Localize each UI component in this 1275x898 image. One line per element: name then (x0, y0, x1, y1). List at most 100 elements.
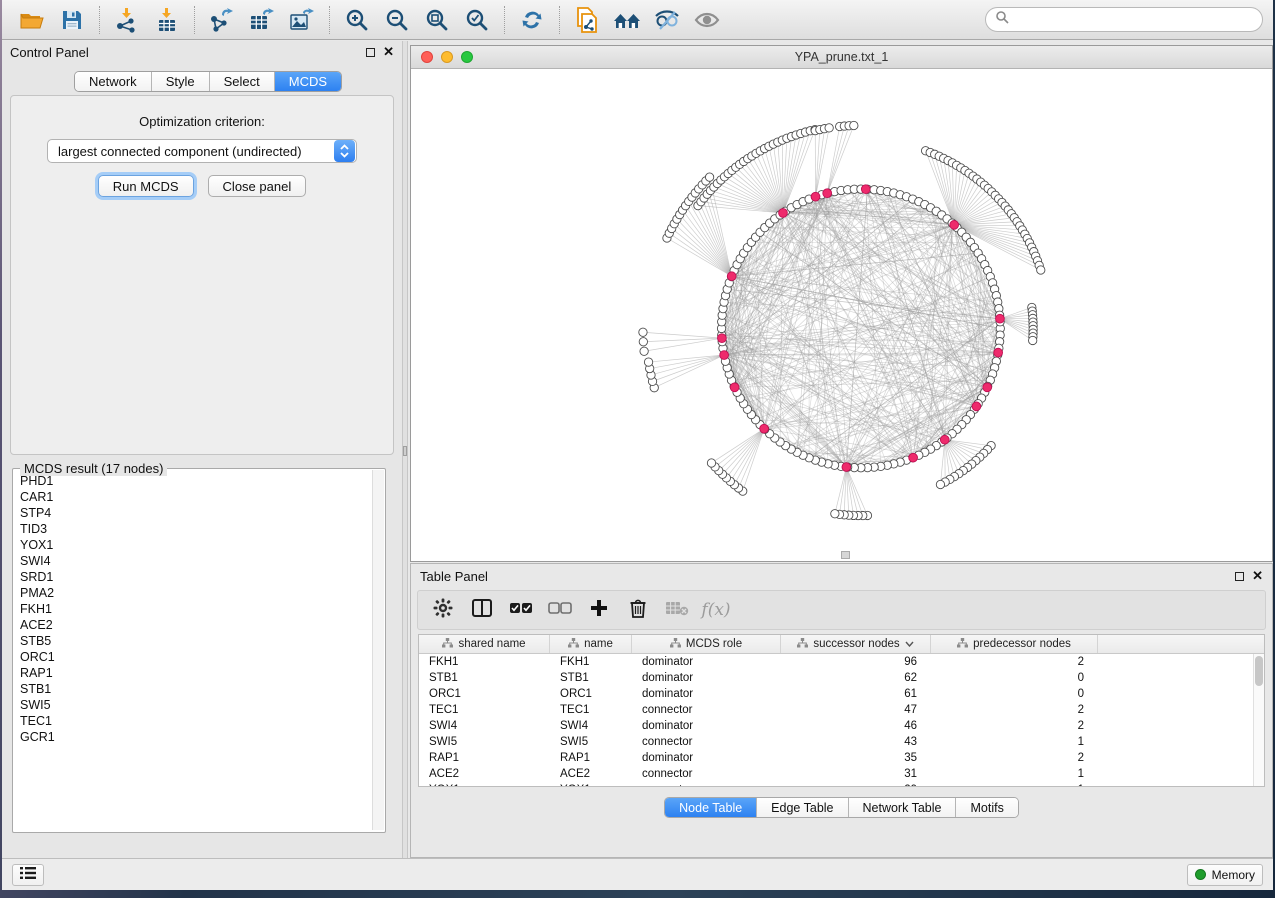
table-cell[interactable]: dominator (632, 750, 781, 766)
table-cell[interactable]: 96 (781, 654, 931, 670)
show-column-panel-button[interactable] (467, 595, 497, 625)
table-cell[interactable]: YOX1 (550, 782, 632, 787)
home-button[interactable] (607, 3, 647, 37)
mcds-result-item[interactable]: PMA2 (15, 585, 371, 601)
open-file-button[interactable] (12, 3, 52, 37)
table-cell[interactable]: 2 (931, 702, 1098, 718)
table-cell[interactable]: 0 (931, 686, 1098, 702)
show-network-button[interactable] (687, 3, 727, 37)
mcds-result-item[interactable]: STB5 (15, 633, 371, 649)
tab-edge-table[interactable]: Edge Table (757, 798, 848, 817)
column-header-name[interactable]: name (550, 635, 632, 653)
tab-node-table[interactable]: Node Table (665, 798, 757, 817)
float-panel-icon[interactable] (366, 48, 375, 57)
select-all-button[interactable] (506, 595, 536, 625)
table-cell[interactable]: SWI4 (419, 718, 550, 734)
table-cell[interactable]: 1 (931, 766, 1098, 782)
table-cell[interactable]: ACE2 (550, 766, 632, 782)
table-cell[interactable]: connector (632, 734, 781, 750)
table-cell[interactable]: STB1 (419, 670, 550, 686)
table-cell[interactable]: 29 (781, 782, 931, 787)
table-cell[interactable]: SWI5 (419, 734, 550, 750)
task-history-button[interactable] (12, 864, 44, 886)
table-cell[interactable]: dominator (632, 686, 781, 702)
column-header-successor-nodes[interactable]: successor nodes (781, 635, 931, 653)
mcds-result-item[interactable]: SWI4 (15, 553, 371, 569)
search-input[interactable] (1014, 13, 1253, 27)
clone-network-button[interactable] (567, 3, 607, 37)
network-graph[interactable] (411, 69, 1272, 561)
table-cell[interactable]: ORC1 (550, 686, 632, 702)
apply-layout-button[interactable] (512, 3, 552, 37)
table-cell[interactable]: 31 (781, 766, 931, 782)
mcds-result-item[interactable]: SWI5 (15, 697, 371, 713)
tab-style[interactable]: Style (152, 72, 210, 91)
mcds-result-item[interactable]: PHD1 (15, 473, 371, 489)
column-header-predecessor-nodes[interactable]: predecessor nodes (931, 635, 1098, 653)
table-cell[interactable]: STB1 (550, 670, 632, 686)
criterion-select[interactable]: largest connected component (undirected) (47, 139, 357, 163)
mcds-result-item[interactable]: FKH1 (15, 601, 371, 617)
table-cell[interactable]: FKH1 (550, 654, 632, 670)
mcds-result-item[interactable]: ACE2 (15, 617, 371, 633)
table-cell[interactable]: 35 (781, 750, 931, 766)
mcds-result-item[interactable]: TID3 (15, 521, 371, 537)
table-cell[interactable]: connector (632, 782, 781, 787)
tab-motifs[interactable]: Motifs (956, 798, 1017, 817)
table-cell[interactable]: 0 (931, 670, 1098, 686)
create-column-button[interactable] (584, 595, 614, 625)
search-box[interactable] (985, 7, 1263, 32)
zoom-selected-button[interactable] (457, 3, 497, 37)
export-network-button[interactable] (202, 3, 242, 37)
table-cell[interactable]: 61 (781, 686, 931, 702)
table-row[interactable]: SWI5SWI5connector431 (419, 734, 1264, 750)
close-panel-icon[interactable]: ✕ (383, 47, 394, 57)
table-cell[interactable]: RAP1 (550, 750, 632, 766)
zoom-fit-button[interactable] (417, 3, 457, 37)
mcds-result-scrollbar[interactable] (372, 470, 384, 830)
tab-select[interactable]: Select (210, 72, 275, 91)
table-cell[interactable]: RAP1 (419, 750, 550, 766)
table-cell[interactable]: dominator (632, 670, 781, 686)
table-row[interactable]: TEC1TEC1connector472 (419, 702, 1264, 718)
mcds-result-item[interactable]: STP4 (15, 505, 371, 521)
delete-column-button[interactable] (623, 595, 653, 625)
table-cell[interactable] (1098, 766, 1264, 782)
table-cell[interactable]: ACE2 (419, 766, 550, 782)
table-settings-button[interactable] (428, 595, 458, 625)
deselect-all-button[interactable] (545, 595, 575, 625)
table-cell[interactable] (1098, 654, 1264, 670)
hide-network-button[interactable] (647, 3, 687, 37)
close-window-icon[interactable] (421, 51, 433, 63)
minimize-window-icon[interactable] (441, 51, 453, 63)
network-window-titlebar[interactable]: YPA_prune.txt_1 (411, 46, 1272, 69)
table-cell[interactable]: 2 (931, 750, 1098, 766)
float-table-panel-icon[interactable] (1235, 572, 1244, 581)
table-cell[interactable] (1098, 782, 1264, 787)
table-row[interactable]: SWI4SWI4dominator462 (419, 718, 1264, 734)
table-cell[interactable]: FKH1 (419, 654, 550, 670)
table-cell[interactable]: connector (632, 766, 781, 782)
export-table-button[interactable] (242, 3, 282, 37)
mcds-result-item[interactable]: TEC1 (15, 713, 371, 729)
table-cell[interactable]: TEC1 (550, 702, 632, 718)
mcds-result-item[interactable]: GCR1 (15, 729, 371, 745)
mcds-result-item[interactable]: SRD1 (15, 569, 371, 585)
table-row[interactable]: FKH1FKH1dominator962 (419, 654, 1264, 670)
import-network-button[interactable] (107, 3, 147, 37)
close-table-panel-icon[interactable]: ✕ (1252, 571, 1263, 581)
table-cell[interactable]: SWI5 (550, 734, 632, 750)
zoom-in-button[interactable] (337, 3, 377, 37)
table-cell[interactable] (1098, 734, 1264, 750)
run-mcds-button[interactable]: Run MCDS (98, 175, 194, 197)
mcds-result-item[interactable]: RAP1 (15, 665, 371, 681)
table-cell[interactable]: SWI4 (550, 718, 632, 734)
table-row[interactable]: ORC1ORC1dominator610 (419, 686, 1264, 702)
table-cell[interactable]: 47 (781, 702, 931, 718)
save-session-button[interactable] (52, 3, 92, 37)
mcds-result-item[interactable]: ORC1 (15, 649, 371, 665)
mcds-result-item[interactable]: CAR1 (15, 489, 371, 505)
mcds-result-item[interactable]: YOX1 (15, 537, 371, 553)
column-header-mcds-role[interactable]: MCDS role (632, 635, 781, 653)
table-cell[interactable]: YOX1 (419, 782, 550, 787)
